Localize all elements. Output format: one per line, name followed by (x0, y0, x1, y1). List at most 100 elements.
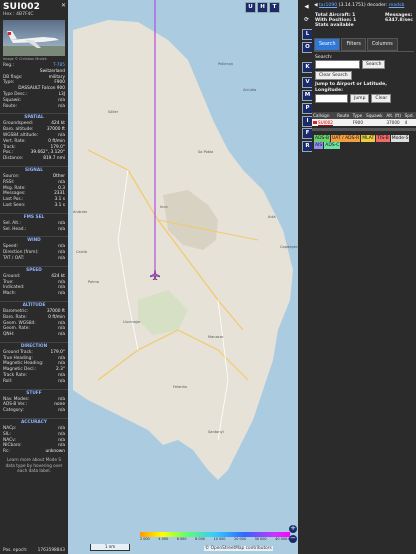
zoom-in-button[interactable]: + (289, 525, 297, 533)
tar1090-link[interactable]: tar1090 (319, 3, 337, 8)
legend-mode-s: Mode-S (390, 135, 410, 142)
type-cell: F900 (351, 119, 366, 126)
column-header[interactable]: Spd. (403, 112, 416, 119)
map-button-h[interactable]: H (257, 2, 268, 13)
side-button-1[interactable]: ⟳ (302, 16, 311, 25)
map-scale-bar: 1 nm (90, 544, 130, 551)
info-row-label: Roll: (3, 378, 13, 384)
map-place-label: Artà (268, 215, 276, 219)
altitude-tick: 20 000 (234, 537, 246, 541)
altitude-tick: 6 000 (176, 537, 187, 541)
search-section: Search: Search Clear Search Jump to Airp… (312, 52, 416, 106)
alt-cell: 37000 (385, 119, 404, 126)
info-row-value: 819.7 nmi (43, 156, 65, 162)
tab-columns[interactable]: Columns (366, 38, 398, 51)
map-button-u[interactable]: U (245, 2, 256, 13)
column-header[interactable]: Route (336, 112, 352, 119)
column-header[interactable]: Squawk (365, 112, 386, 119)
altitude-tick: 8 000 (195, 537, 205, 541)
hex-label: Hex : (3, 12, 15, 17)
jump-input[interactable] (315, 94, 348, 103)
tab-search[interactable]: Search (314, 38, 341, 51)
info-row-label: Sel. Head.: (3, 226, 27, 232)
search-button[interactable]: Search (362, 60, 386, 69)
squawk-cell (365, 119, 386, 126)
map-attribution[interactable]: © OpenStreetMap contributors (204, 546, 273, 551)
info-row-value: n/a (58, 332, 65, 338)
map-place-label: Llucmajor (123, 320, 141, 324)
side-button-0[interactable]: ◀ (302, 3, 311, 12)
section-header-direction: DIRECTION (0, 341, 68, 350)
map-place-label: Sóller (108, 110, 119, 114)
info-row: Mach: n/a (0, 291, 68, 297)
map-place-label: Pollença (218, 62, 233, 66)
hex-row: Hex : 4B7F4C (0, 12, 68, 17)
info-row-label: Last Seen: (3, 202, 26, 208)
info-row: Route: n/a (0, 104, 68, 110)
map-place-label: Andratx (73, 210, 88, 214)
aircraft-photo[interactable] (3, 20, 65, 56)
info-row-label: TAT / OAT: (3, 255, 25, 261)
altitude-tick: 10 000 (213, 537, 226, 541)
map-place-label: Sa Pobla (198, 150, 214, 154)
learn-more-note: Learn more about Mode S data type by hov… (5, 457, 63, 474)
info-row: Category: n/a (0, 408, 68, 414)
map-place-label: Inca (160, 205, 168, 209)
table-row[interactable]: SUI002 F900 37000 4 (312, 119, 416, 126)
callsign-text: SUI002 (318, 120, 333, 125)
altitude-tick: 30 000 (254, 537, 267, 541)
map-button-t[interactable]: T (269, 2, 280, 13)
column-header[interactable]: Callsign (312, 112, 337, 119)
map-canvas (68, 0, 298, 554)
info-row: Sel. Head.: n/a (0, 227, 68, 233)
selected-callsign: SUI002 (3, 2, 41, 12)
info-sections: SPATIAL Groundspeed: 424 kt Baro. altitude:… (0, 113, 68, 455)
info-row: TAT / OAT: n/a (0, 256, 68, 262)
info-row-value: n/a (58, 226, 65, 232)
map-place-label: Felanitx (173, 385, 188, 389)
altitude-tick: 2 000 (140, 537, 150, 541)
info-row-value: n/a (58, 408, 65, 414)
version-line: ◀ tar1090 (3.14.1751) decoder: readsb (312, 0, 416, 11)
altitude-tick: 40 000+ (275, 537, 290, 541)
aircraft-table: Callsign Route Type Squawk Alt. (ft) Spd. SUI… (312, 112, 416, 126)
altitude-tick: 4 000 (158, 537, 169, 541)
info-row-label: QNH: (3, 332, 15, 338)
info-row: Distance: 819.7 nmi (0, 156, 68, 162)
aircraft-marker[interactable] (150, 270, 160, 280)
stats-available-link[interactable]: Stats available (315, 23, 354, 28)
readsb-link[interactable]: readsb (389, 3, 405, 8)
search-input[interactable] (315, 60, 360, 69)
section-header-signal: SIGNAL (0, 165, 68, 174)
altitude-color-ticks: 2 000 4 000 6 000 8 000 10 000 20 000 30 000 40… (140, 537, 290, 541)
legend-ads-b: ADS-B (314, 135, 330, 142)
info-row-value: unknown (45, 449, 65, 455)
callsign-cell[interactable]: SUI002 (312, 119, 337, 126)
clear-search-button[interactable]: Clear Search (315, 71, 352, 80)
map-view[interactable]: Pollença Alcúdia Sóller Inca Sa Pobla Manacor… (68, 0, 298, 554)
info-row-value: n/a (58, 255, 65, 261)
jump-label: Jump to Airport or Latitude, Longitude: (315, 82, 387, 93)
jump-button[interactable]: Jump (350, 94, 370, 103)
route-cell (336, 119, 352, 126)
legend-mlat: MLAT (361, 135, 376, 142)
table-scrollbar[interactable] (312, 128, 416, 131)
pos-epoch-label: Pos. epoch: (3, 548, 28, 553)
clear-jump-button[interactable]: Clear (371, 94, 392, 103)
registration-block: Reg.: T-785 Switzerland DB flags: military Ty… (0, 63, 68, 109)
aircraft-list-panel: ◀ tar1090 (3.14.1751) decoder: readsb To… (312, 0, 416, 554)
column-header[interactable]: Alt. (ft) (385, 112, 404, 119)
close-icon[interactable]: ✕ (61, 2, 66, 9)
info-row-label: Rc: (3, 449, 10, 455)
aircraft-info-panel: SUI002 ✕ Hex : 4B7F4C Image © Christian … (0, 0, 68, 554)
panel-tabs: Search Filters Columns (314, 38, 414, 52)
pos-epoch-value: 1763598843 (37, 548, 65, 553)
info-row-label: Reg.: (3, 63, 14, 68)
column-header[interactable]: Type (351, 112, 366, 119)
plane-icon (150, 270, 160, 280)
map-place-label: Capdepera (280, 245, 298, 249)
table-body: SUI002 F900 37000 4 (312, 119, 416, 126)
flag-icon (313, 121, 317, 124)
tab-filters[interactable]: Filters (341, 38, 366, 51)
zoom-out-button[interactable]: − (289, 535, 297, 543)
